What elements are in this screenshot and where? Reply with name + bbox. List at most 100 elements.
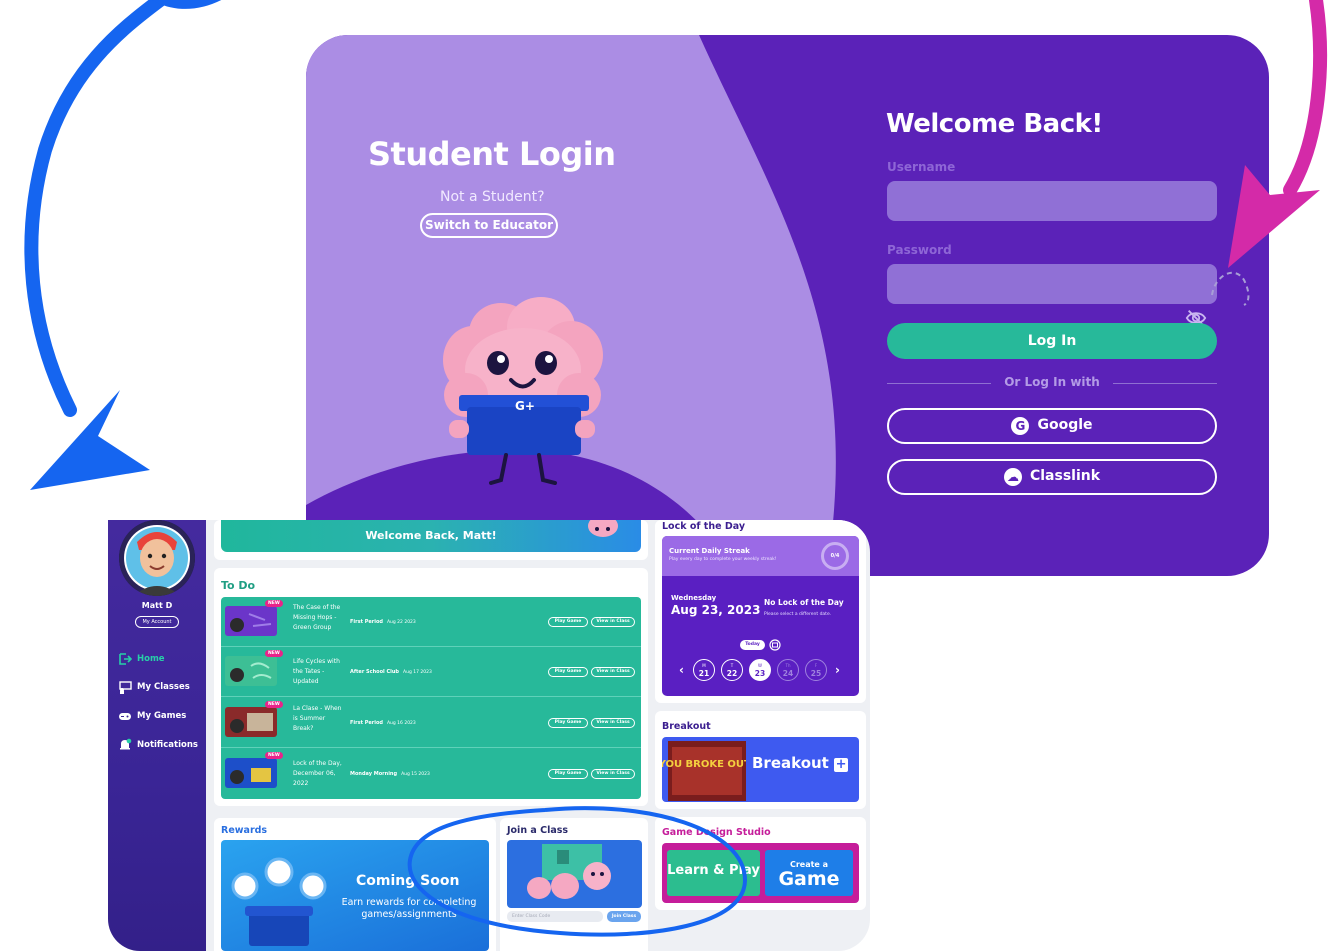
sidebar-item-my-games[interactable]: My Games [118, 707, 186, 725]
chevron-left-icon[interactable]: ‹ [679, 663, 684, 677]
welcome-heading: Welcome Back! [886, 109, 1103, 139]
google-icon: G [1011, 416, 1030, 435]
sidebar-item-label: Home [137, 654, 165, 664]
user-name: Matt D [141, 601, 173, 610]
day-tuesday[interactable]: T 22 [721, 659, 743, 681]
breakout-heading: Breakout [662, 721, 711, 732]
learn-and-play-button[interactable]: Learn & Play [667, 850, 760, 896]
game-label: Game [778, 868, 840, 890]
coming-soon-heading: Coming Soon [356, 873, 460, 889]
new-badge: NEW [265, 600, 283, 607]
selected-date: Aug 23, 2023 [671, 603, 761, 617]
view-in-class-button[interactable]: View in Class [591, 718, 635, 728]
view-in-class-button[interactable]: View in Class [591, 617, 635, 627]
todo-list: NEW The Case of the Missing Hops - Green… [221, 597, 641, 799]
todo-date: Aug 16 2023 [386, 721, 416, 726]
todo-game-name: Life Cycles with the Tates - Updated [293, 658, 340, 685]
plus-icon: + [834, 757, 849, 772]
play-game-button[interactable]: Play Game [548, 769, 588, 779]
avatar[interactable] [119, 520, 195, 596]
view-in-class-button[interactable]: View in Class [591, 667, 635, 677]
table-row: NEW Lock of the Day, December 06, 2022 M… [221, 749, 641, 799]
todo-date: Aug 22 2023 [386, 620, 416, 625]
learn-and-play-text: Learn & Play [667, 863, 760, 878]
view-in-class-button[interactable]: View in Class [591, 769, 635, 779]
calendar-icon[interactable] [769, 639, 781, 651]
login-card: G+ Student Login Not a Student? Switch t… [306, 35, 1269, 576]
classlink-cloud-icon: ☁ [1003, 467, 1022, 486]
class-code-input[interactable]: Enter Class Code [507, 911, 603, 922]
todo-game-name: Lock of the Day, December 06, 2022 [293, 760, 342, 787]
rewards-heading: Rewards [221, 825, 268, 836]
game-design-studio-heading: Game Design Studio [662, 827, 771, 838]
day-friday[interactable]: F 25 [805, 659, 827, 681]
streak-subtext: Play every day to complete your weekly s… [669, 557, 777, 562]
day-monday[interactable]: M 21 [693, 659, 715, 681]
table-row: NEW The Case of the Missing Hops - Green… [221, 597, 641, 647]
play-game-button[interactable]: Play Game [548, 617, 588, 627]
my-account-button[interactable]: My Account [135, 616, 179, 628]
play-game-button[interactable]: Play Game [548, 667, 588, 677]
table-row: NEW Life Cycles with the Tates - Updated… [221, 647, 641, 697]
magenta-arrow [1283, 0, 1328, 197]
google-login-button[interactable]: G Google [887, 408, 1217, 444]
todo-date: Aug 17 2023 [403, 670, 432, 675]
todo-game-name: La Clase - When is Summer Break? [293, 705, 342, 732]
password-label: Password [887, 243, 952, 257]
join-class-illustration [507, 840, 642, 908]
new-badge: NEW [265, 701, 283, 708]
game-thumbnail[interactable] [225, 656, 277, 686]
breakout-illustration: YOU BROKE OUT! [662, 741, 755, 801]
coming-soon-subtext: Earn rewards for completing games/assign… [341, 897, 477, 920]
todo-class-name: Monday Morning Aug 15 2023 [350, 771, 430, 777]
game-thumbnail[interactable] [225, 707, 277, 737]
todo-date: Aug 15 2023 [401, 772, 430, 777]
selected-weekday: Wednesday [671, 594, 717, 602]
student-dashboard: Matt D My Account Home My Classes My Gam… [108, 520, 870, 951]
day-wednesday[interactable]: W 23 [749, 659, 771, 681]
not-student-text: Not a Student? [440, 189, 545, 205]
svg-text:G+: G+ [515, 399, 535, 413]
join-class-button[interactable]: Join Class [607, 911, 641, 922]
today-button[interactable]: Today [740, 640, 765, 650]
todo-class-name: After School Club Aug 17 2023 [350, 669, 432, 675]
table-row: NEW La Clase - When is Summer Break? Fir… [221, 698, 641, 748]
bell-icon [120, 738, 132, 750]
username-input[interactable] [887, 181, 1217, 221]
new-badge: NEW [265, 650, 283, 657]
todo-class-name: First Period Aug 16 2023 [350, 720, 416, 726]
sidebar-item-label: Notifications [137, 740, 198, 750]
breakout-image-text: YOU BROKE OUT! [662, 759, 746, 770]
home-icon [119, 653, 132, 665]
divider [887, 383, 991, 384]
todo-game-name: The Case of the Missing Hops - Green Gro… [293, 604, 341, 631]
breakout-banner-text: Breakout + [752, 754, 849, 772]
day-thursday[interactable]: Th 24 [777, 659, 799, 681]
sidebar-item-home[interactable]: Home [118, 650, 165, 668]
rewards-banner [221, 840, 489, 951]
brain-mascot-peek [588, 520, 618, 537]
gamepad-icon [119, 713, 131, 720]
todo-heading: To Do [221, 579, 256, 592]
game-thumbnail[interactable] [225, 606, 277, 636]
classlink-login-button[interactable]: ☁ Classlink [887, 459, 1217, 495]
divider [1113, 383, 1217, 384]
classes-icon [119, 681, 132, 694]
log-in-button[interactable]: Log In [887, 323, 1217, 359]
switch-to-educator-button[interactable]: Switch to Educator [420, 213, 558, 238]
sidebar-item-my-classes[interactable]: My Classes [118, 678, 190, 696]
sidebar-item-notifications[interactable]: Notifications [118, 736, 198, 754]
no-lock-heading: No Lock of the Day [764, 598, 844, 607]
todo-class-name: First Period Aug 22 2023 [350, 619, 416, 625]
chevron-right-icon[interactable]: › [835, 663, 840, 677]
streak-progress-ring: 0/4 [821, 542, 849, 570]
no-lock-subtext: Please select a different date. [764, 612, 832, 617]
username-label: Username [887, 160, 956, 174]
play-game-button[interactable]: Play Game [548, 718, 588, 728]
game-thumbnail[interactable] [225, 758, 277, 788]
welcome-banner: Welcome Back, Matt! [221, 520, 641, 552]
password-input[interactable] [887, 264, 1217, 304]
composite-screenshot: G+ Student Login Not a Student? Switch t… [0, 0, 1339, 951]
lock-of-the-day-widget: Current Daily Streak Play every day to c… [662, 536, 859, 696]
blue-circle-partial [152, 0, 221, 9]
